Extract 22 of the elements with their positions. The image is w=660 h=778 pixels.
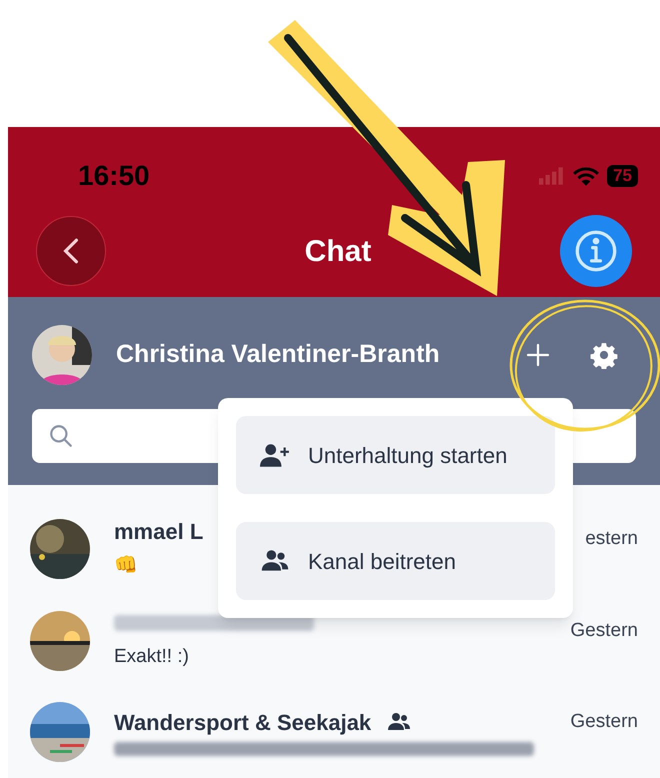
signal-icon — [539, 167, 566, 185]
status-time: 16:50 — [78, 159, 150, 193]
menu-item[interactable]: Unterhaltung starten — [236, 416, 555, 494]
back-icon — [62, 237, 80, 265]
chat-preview: Exakt!! :) — [114, 645, 189, 670]
plus-icon — [526, 343, 550, 367]
menu-item[interactable]: Kanal beitreten — [236, 522, 555, 600]
battery-indicator: 75 — [607, 165, 638, 187]
chat-time: Gestern — [570, 618, 638, 643]
chat-time: estern — [585, 527, 638, 551]
settings-icon — [590, 341, 618, 369]
chat-name: Wandersport & Seekajak — [114, 708, 372, 737]
user-name: Christina Valentiner-Branth — [116, 339, 441, 370]
group-icon — [260, 549, 290, 573]
search-icon — [48, 423, 74, 449]
chat-time: Gestern — [570, 710, 638, 734]
chat-name: mmael L — [114, 518, 204, 546]
screen-title: Chat — [304, 234, 372, 270]
wifi-icon — [573, 166, 600, 186]
add-person-icon — [260, 443, 290, 467]
chat-preview: 👊 — [114, 554, 138, 578]
info-icon — [574, 229, 618, 273]
